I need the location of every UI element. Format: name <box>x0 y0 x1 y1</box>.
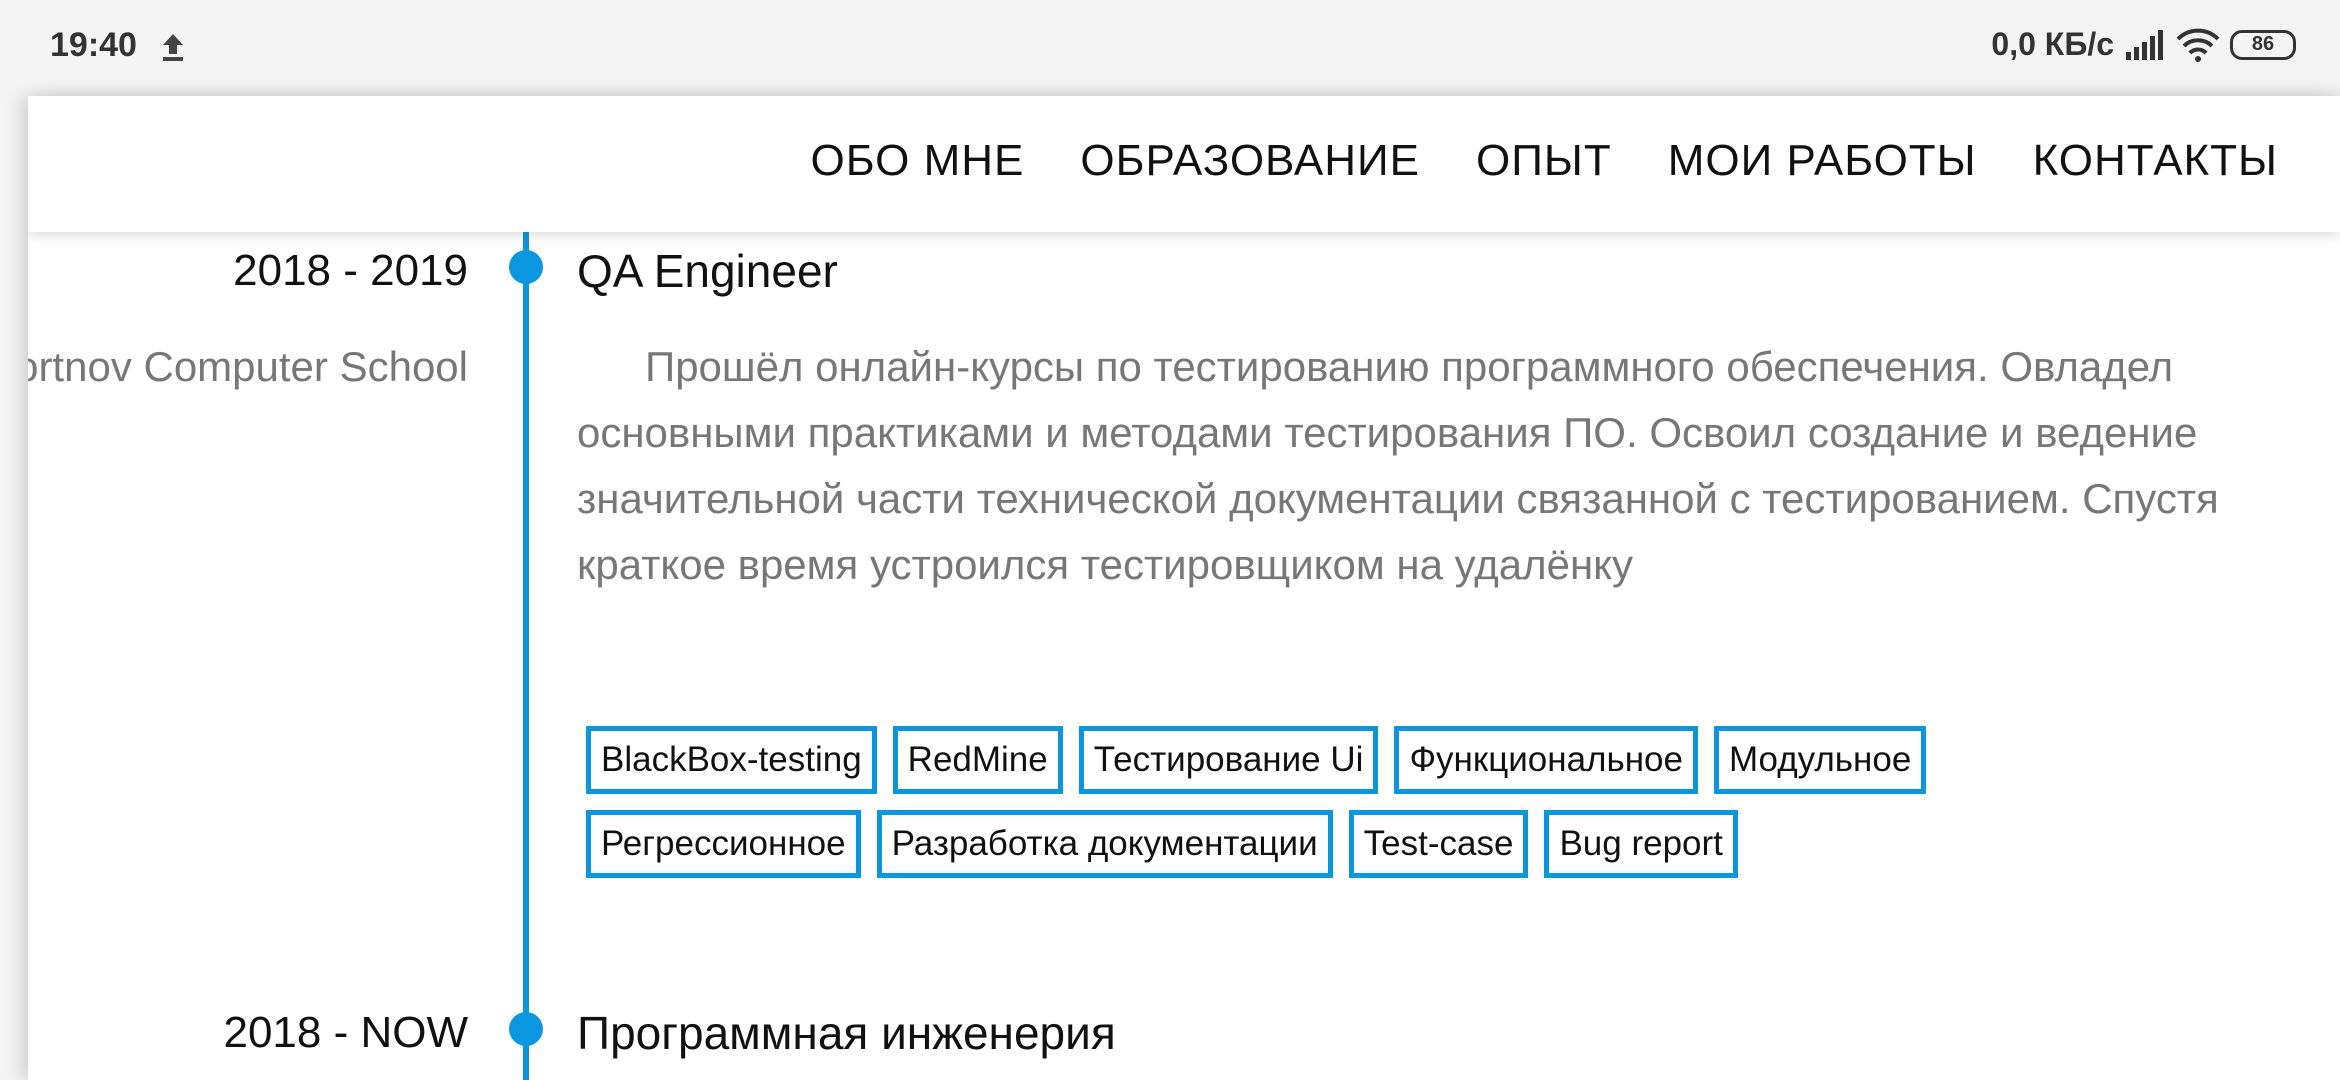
nav-item-experience[interactable]: ОПЫТ <box>1476 136 1612 186</box>
skill-tag: Разработка документации <box>876 810 1333 878</box>
skill-tag: RedMine <box>892 726 1063 794</box>
signal-icon <box>2126 29 2163 60</box>
entry-description: Прошёл онлайн-курсы по тестированию прог… <box>577 343 2219 588</box>
timeline-dot <box>509 1012 543 1046</box>
skill-tag: Функциональное <box>1394 726 1698 794</box>
nav-menu: ОБО МНЕ ОБРАЗОВАНИЕ ОПЫТ МОИ РАБОТЫ КОНТ… <box>811 136 2278 186</box>
entry-title: Программная инженерия <box>577 1007 1116 1059</box>
entry-date: 2018 - 2019 <box>233 246 468 295</box>
upload-icon <box>163 34 183 61</box>
entry-date: 2018 - NOW <box>223 1008 468 1057</box>
skill-tag: BlackBox-testing <box>586 726 877 794</box>
nav-item-education[interactable]: ОБРАЗОВАНИЕ <box>1080 136 1420 186</box>
skill-tag: Модульное <box>1713 726 1927 794</box>
skill-tag: Test-case <box>1348 810 1529 878</box>
entry-organization: Portnov Computer School <box>28 343 468 390</box>
status-bar: 19:40 0,0 КБ/с 86 <box>0 0 2340 96</box>
status-right: 0,0 КБ/с 86 <box>1991 26 2296 63</box>
nav-item-contacts[interactable]: КОНТАКТЫ <box>2033 136 2278 186</box>
nav-item-about[interactable]: ОБО МНЕ <box>811 136 1025 186</box>
battery-indicator: 86 <box>2230 29 2296 60</box>
timeline-dot <box>509 250 543 284</box>
skill-tag: Регрессионное <box>586 810 861 878</box>
skill-tag: Bug report <box>1544 810 1738 878</box>
top-navigation: ОБО МНЕ ОБРАЗОВАНИЕ ОПЫТ МОИ РАБОТЫ КОНТ… <box>28 96 2340 232</box>
nav-item-portfolio[interactable]: МОИ РАБОТЫ <box>1668 136 1977 186</box>
network-speed: 0,0 КБ/с <box>1991 26 2114 62</box>
skill-tags: BlackBox-testing RedMine Тестирование Ui… <box>586 726 2146 878</box>
web-page: ОБО МНЕ ОБРАЗОВАНИЕ ОПЫТ МОИ РАБОТЫ КОНТ… <box>28 96 2340 1080</box>
status-time: 19:40 <box>50 26 137 64</box>
entry-title: QA Engineer <box>577 245 838 297</box>
timeline-line <box>523 232 529 1080</box>
wifi-icon <box>2176 28 2220 62</box>
skill-tag: Тестирование Ui <box>1078 726 1379 794</box>
